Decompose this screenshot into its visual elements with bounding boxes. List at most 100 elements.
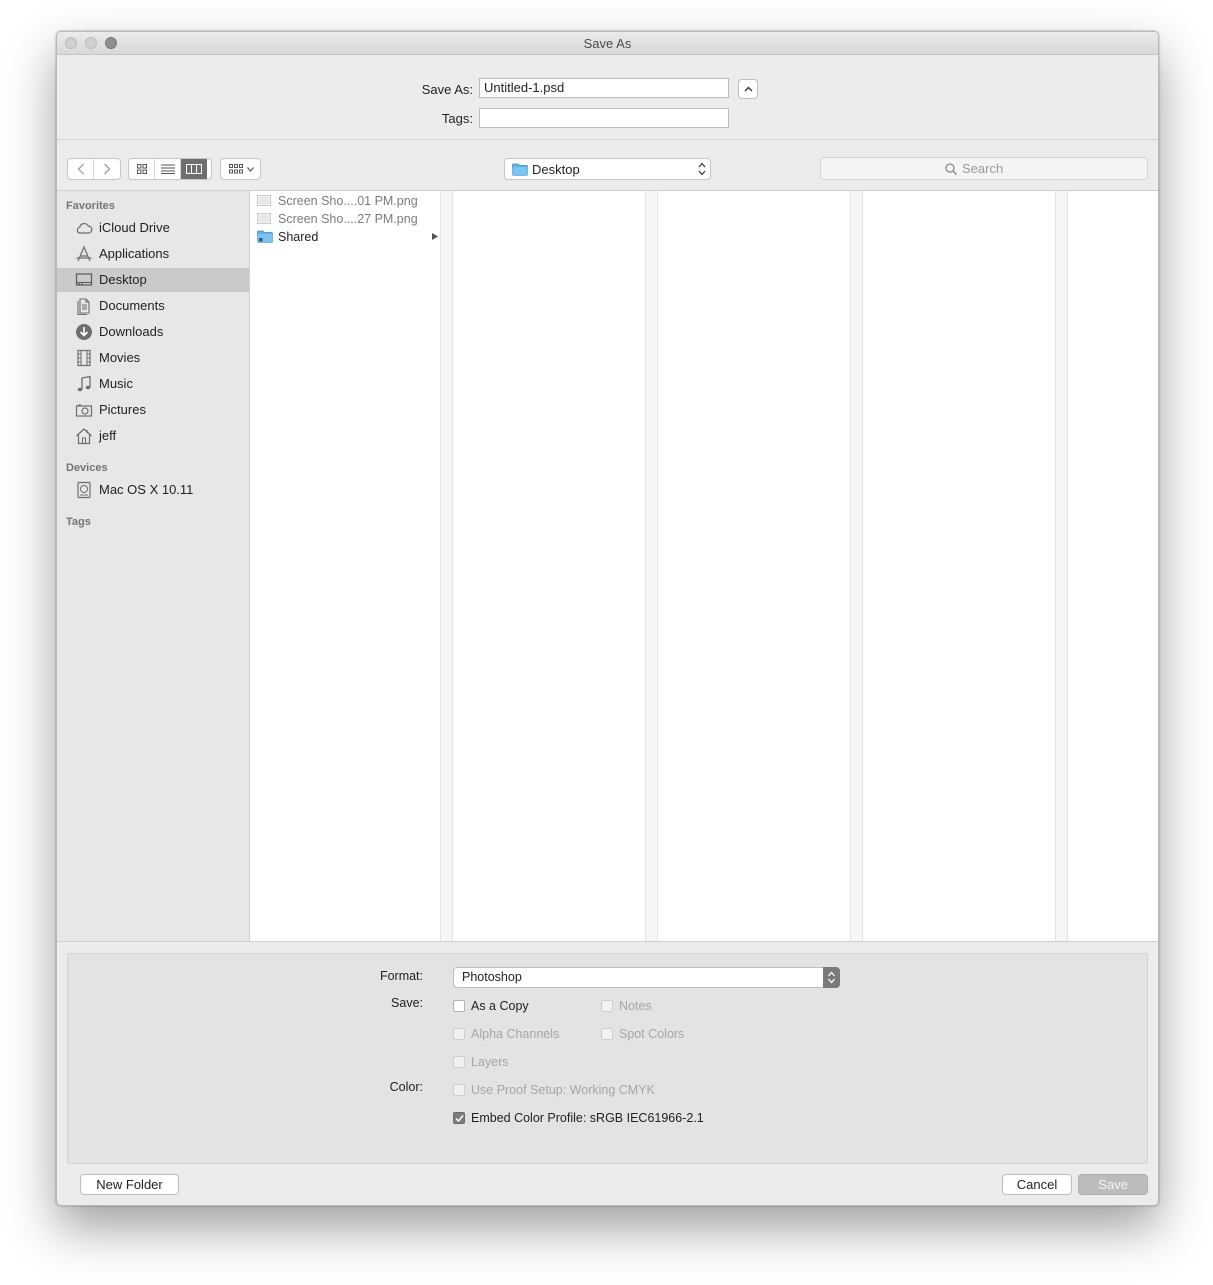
checkbox-label: Notes: [619, 999, 652, 1013]
format-label: Format:: [379, 969, 423, 983]
tags-heading: Tags: [66, 516, 91, 528]
checkbox-label: Embed Color Profile: sRGB IEC61966-2.1: [471, 1111, 704, 1125]
save-options-label: Save:: [391, 996, 423, 1010]
checkbox-box: [601, 1028, 613, 1040]
file-name: Screen Sho....01 PM.png: [278, 194, 418, 208]
checkbox-box: [453, 1000, 465, 1012]
format-popup[interactable]: Photoshop: [453, 967, 840, 988]
disk-icon: [77, 481, 91, 499]
list-view-button[interactable]: [155, 159, 181, 179]
disclosure-triangle-icon: [432, 233, 438, 240]
sidebar-item-movies[interactable]: Movies: [57, 346, 249, 370]
save-as-dialog: Save As Save As: Untitled-1.psd Tags: De…: [56, 31, 1159, 1206]
title-bar: Save As: [57, 32, 1158, 55]
applications-icon: [76, 245, 92, 262]
sidebar-item-jeff[interactable]: jeff: [57, 424, 249, 448]
checkbox-label: Use Proof Setup: Working CMYK: [471, 1083, 655, 1097]
checkbox-box: [453, 1112, 465, 1124]
column-browser: Screen Sho....01 PM.png Screen Sho....27…: [250, 191, 1158, 941]
arrange-grid-icon: [229, 164, 243, 174]
sidebar-item-mac-os-x[interactable]: Mac OS X 10.11: [57, 478, 249, 502]
search-placeholder: Search: [962, 161, 1004, 176]
save-as-label: Save As:: [421, 82, 473, 97]
tags-field[interactable]: [479, 108, 729, 128]
search-field[interactable]: Search: [820, 157, 1148, 180]
sidebar-item-documents[interactable]: Documents: [57, 294, 249, 318]
sidebar-item-label: Pictures: [99, 402, 146, 417]
sidebar-item-music[interactable]: Music: [57, 372, 249, 396]
documents-icon: [77, 298, 90, 315]
location-popup[interactable]: Desktop: [504, 158, 711, 180]
sidebar-item-label: Applications: [99, 246, 170, 261]
view-mode-group: [128, 158, 212, 180]
chevron-up-icon: [744, 86, 753, 92]
cloud-icon: [76, 222, 93, 234]
browser-divider: [57, 941, 1158, 942]
tags-label: Tags:: [441, 111, 473, 126]
sidebar-item-pictures[interactable]: Pictures: [57, 398, 249, 422]
column-divider[interactable]: [645, 191, 658, 941]
save-button[interactable]: Save: [1078, 1174, 1148, 1195]
checkbox-label: As a Copy: [471, 999, 529, 1013]
sidebar-item-label: jeff: [99, 428, 117, 443]
sidebar-item-label: Documents: [99, 298, 165, 313]
image-file-icon: [257, 213, 271, 224]
chevron-right-icon: [104, 163, 111, 175]
color-label: Color:: [389, 1080, 423, 1094]
format-value: Photoshop: [462, 970, 522, 984]
file-name: Shared: [278, 230, 319, 244]
list-icon: [160, 164, 175, 174]
home-icon: [76, 428, 92, 445]
column-divider[interactable]: [850, 191, 863, 941]
sidebar-item-label: Mac OS X 10.11: [99, 482, 194, 497]
favorites-heading: Favorites: [66, 200, 115, 212]
folder-item-shared[interactable]: Shared: [250, 228, 440, 246]
checkbox-label: Layers: [471, 1055, 509, 1069]
devices-heading: Devices: [66, 462, 108, 474]
sidebar-item-downloads[interactable]: Downloads: [57, 320, 249, 344]
icon-grid-icon: [136, 164, 147, 174]
sidebar-item-icloud-drive[interactable]: iCloud Drive: [57, 216, 249, 240]
downloads-icon: [76, 324, 92, 340]
image-file-icon: [257, 195, 271, 206]
checkbox-box: [453, 1084, 465, 1096]
checkbox-box: [453, 1056, 465, 1068]
checkbox-label: Alpha Channels: [471, 1027, 560, 1041]
forward-button[interactable]: [94, 159, 120, 179]
new-folder-button[interactable]: New Folder: [80, 1174, 179, 1195]
search-icon: [945, 163, 957, 175]
sidebar-item-desktop[interactable]: Desktop: [57, 268, 249, 292]
checkbox-label: Spot Colors: [619, 1027, 685, 1041]
sidebar-item-applications[interactable]: Applications: [57, 242, 249, 266]
music-note-icon: [77, 375, 91, 392]
header-divider: [57, 139, 1158, 140]
window-title: Save As: [583, 36, 632, 51]
columns-icon: [186, 164, 202, 174]
column-divider[interactable]: [1055, 191, 1068, 941]
collapse-dialog-button[interactable]: [738, 79, 758, 99]
file-item[interactable]: Screen Sho....01 PM.png: [250, 192, 440, 210]
sidebar-item-label: Movies: [99, 350, 141, 365]
camera-icon: [75, 404, 93, 417]
chevron-left-icon: [77, 163, 84, 175]
icon-view-button[interactable]: [129, 159, 155, 179]
checkbox-box: [601, 1000, 613, 1012]
back-forward-group: [67, 158, 121, 180]
column-divider[interactable]: [440, 191, 453, 941]
file-name: Screen Sho....27 PM.png: [278, 212, 418, 226]
sidebar: Favorites iCloud Drive Applications Desk…: [57, 191, 250, 941]
folder-icon: [512, 163, 528, 176]
save-options-panel: Format: Photoshop Save: As a Copy Notes …: [67, 953, 1148, 1164]
arrange-menu-button[interactable]: [220, 158, 261, 180]
column-view-button[interactable]: [181, 159, 207, 179]
sidebar-item-label: Downloads: [99, 324, 164, 339]
file-item[interactable]: Screen Sho....27 PM.png: [250, 210, 440, 228]
cancel-button[interactable]: Cancel: [1002, 1174, 1072, 1195]
back-button[interactable]: [68, 159, 94, 179]
sidebar-item-label: Music: [99, 376, 133, 391]
sidebar-item-label: iCloud Drive: [99, 220, 170, 235]
filename-field[interactable]: Untitled-1.psd: [479, 78, 729, 98]
format-stepper: [823, 967, 840, 988]
up-down-arrows-icon: [828, 971, 835, 984]
checkbox-box: [453, 1028, 465, 1040]
